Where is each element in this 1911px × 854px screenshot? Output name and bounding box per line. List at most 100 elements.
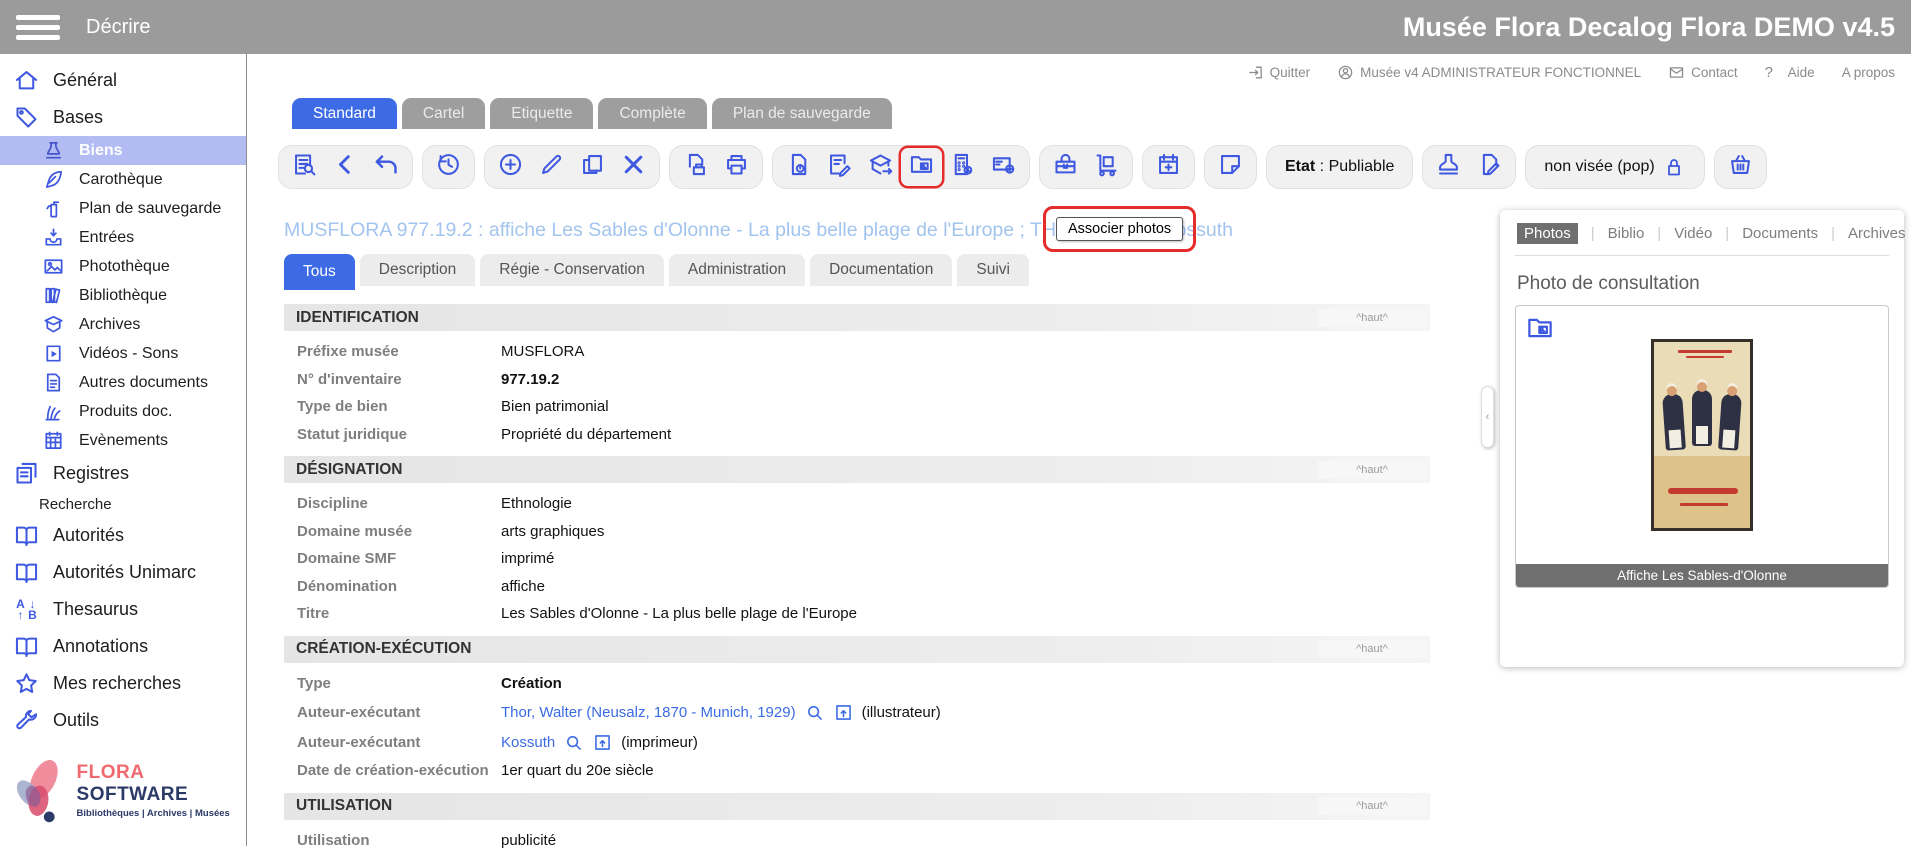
results-list-button[interactable]	[284, 148, 325, 186]
app-title: Musée Flora Decalog Flora DEMO v4.5	[1403, 12, 1911, 43]
edit-list-button[interactable]	[819, 148, 860, 186]
record-tab-suivi[interactable]: Suivi	[957, 254, 1029, 286]
printer-button[interactable]	[716, 148, 757, 186]
record-tabs: TousDescriptionRégie - ConservationAdmin…	[284, 254, 1029, 290]
sidebar-item-outils[interactable]: Outils	[0, 702, 246, 739]
poster-thumbnail[interactable]	[1651, 339, 1753, 531]
userbar-link-aide[interactable]: ?Aide	[1765, 64, 1815, 81]
userbar-link-a-propos[interactable]: A propos	[1842, 65, 1895, 80]
panel-collapse-handle[interactable]: ‹	[1481, 386, 1494, 448]
stamp-button[interactable]	[1428, 148, 1469, 186]
sidebar-item-autorit-s-unimarc[interactable]: Autorités Unimarc	[0, 554, 246, 591]
return-button[interactable]	[366, 148, 407, 186]
media-tab-photos[interactable]: Photos	[1517, 223, 1578, 244]
record-tab-administration[interactable]: Administration	[669, 254, 805, 286]
sidebar-item-thesaurus[interactable]: A↓↑BThesaurus	[0, 591, 246, 628]
authority-link[interactable]: Kossuth	[501, 734, 555, 751]
sidebar: GénéralBasesBiensCarothèquePlan de sauve…	[0, 54, 247, 846]
record-tab-description[interactable]: Description	[360, 254, 476, 286]
sidebar-item-registres[interactable]: Registres	[0, 455, 246, 492]
sidebar-item-annotations[interactable]: Annotations	[0, 628, 246, 665]
userbar-link-mus-e-v4-administrateur-fonctionnel[interactable]: Musée v4 ADMINISTRATEUR FONCTIONNEL	[1337, 64, 1641, 81]
export-package-button[interactable]	[860, 148, 901, 186]
basket-button[interactable]	[1720, 148, 1761, 186]
sidebar-item-autres-documents[interactable]: Autres documents	[0, 368, 246, 397]
delete-record-button[interactable]	[613, 148, 654, 186]
quill-icon	[42, 168, 65, 191]
sidebar-item-biblioth-que[interactable]: Bibliothèque	[0, 281, 246, 310]
folder-image-icon[interactable]	[1525, 313, 1555, 343]
view-tab-standard[interactable]: Standard	[292, 98, 397, 129]
userbar-link-contact[interactable]: Contact	[1668, 64, 1738, 81]
view-tab-cartel[interactable]: Cartel	[402, 98, 485, 129]
doc-print-icon	[682, 151, 709, 183]
field-row: TitreLes Sables d'Olonne - La plus belle…	[284, 600, 1430, 628]
copy-icon	[579, 151, 606, 183]
attach-document-button[interactable]	[778, 148, 819, 186]
logo-software-text: SOFTWARE	[77, 784, 189, 805]
package-icon	[867, 151, 894, 183]
calendar-grid-icon	[42, 429, 65, 452]
etat-value: Etat : Publiable	[1272, 158, 1407, 176]
history-button[interactable]	[428, 148, 469, 186]
visa-pill[interactable]: non visée (pop)	[1525, 145, 1704, 189]
associate-photos-button[interactable]	[901, 148, 942, 186]
previous-record-button[interactable]	[325, 148, 366, 186]
new-record-button[interactable]	[490, 148, 531, 186]
toolbar-group	[484, 145, 660, 189]
media-tab-vidéo[interactable]: Vidéo	[1674, 225, 1712, 242]
sidebar-item-mes-recherches[interactable]: Mes recherches	[0, 665, 246, 702]
search-icon[interactable]	[563, 732, 584, 753]
open-record-icon[interactable]	[833, 702, 854, 723]
record-tab-r-gie-conservation[interactable]: Régie - Conservation	[480, 254, 664, 286]
record-tab-tous[interactable]: Tous	[284, 254, 355, 290]
section-header: IDENTIFICATION^haut^	[284, 304, 1430, 331]
sidebar-item-entr-es[interactable]: Entrées	[0, 223, 246, 252]
print-record-button[interactable]	[675, 148, 716, 186]
sidebar-item-g-n-ral[interactable]: Général	[0, 62, 246, 99]
sidebar-item-ev-nements[interactable]: Evènements	[0, 426, 246, 455]
field-row: DisciplineEthnologie	[284, 490, 1430, 518]
record-tab-documentation[interactable]: Documentation	[810, 254, 952, 286]
go-to-top-link[interactable]: ^haut^	[1318, 309, 1426, 327]
movement-button[interactable]	[1086, 148, 1127, 186]
sidebar-item-produits-doc-[interactable]: Produits doc.	[0, 397, 246, 426]
note-icon	[1217, 151, 1244, 183]
add-event-button[interactable]	[1148, 148, 1189, 186]
toolbar-group	[1039, 145, 1133, 189]
field-row: Statut juridiquePropriété du département	[284, 421, 1430, 449]
user-links-bar: Quitter Musée v4 ADMINISTRATEUR FONCTIONN…	[1247, 64, 1895, 81]
toolbox-button[interactable]	[1045, 148, 1086, 186]
sidebar-item-archives[interactable]: Archives	[0, 310, 246, 339]
sidebar-item-biens[interactable]: Biens	[0, 136, 246, 165]
media-tab-documents[interactable]: Documents	[1742, 225, 1818, 242]
media-tab-biblio[interactable]: Biblio	[1608, 225, 1645, 242]
userbar-link-quitter[interactable]: Quitter	[1247, 64, 1311, 81]
add-card-button[interactable]	[983, 148, 1024, 186]
search-icon[interactable]	[804, 702, 825, 723]
field-row: Domaine muséearts graphiques	[284, 518, 1430, 546]
go-to-top-link[interactable]: ^haut^	[1318, 640, 1426, 658]
note-button[interactable]	[1210, 148, 1251, 186]
sign-document-button[interactable]	[1469, 148, 1510, 186]
view-tab-plan-de-sauvegarde[interactable]: Plan de sauvegarde	[712, 98, 892, 129]
sidebar-item-recherche[interactable]: Recherche	[0, 492, 246, 517]
sidebar-item-vid-os-sons[interactable]: Vidéos - Sons	[0, 339, 246, 368]
sidebar-item-autorit-s[interactable]: Autorités	[0, 517, 246, 554]
valuation-button[interactable]	[942, 148, 983, 186]
media-tab-archives[interactable]: Archives	[1848, 225, 1906, 242]
view-tab-compl-te[interactable]: Complète	[598, 98, 706, 129]
sidebar-item-caroth-que[interactable]: Carothèque	[0, 165, 246, 194]
duplicate-record-button[interactable]	[572, 148, 613, 186]
sidebar-item-phototh-que[interactable]: Photothèque	[0, 252, 246, 281]
go-to-top-link[interactable]: ^haut^	[1318, 797, 1426, 815]
sidebar-item-bases[interactable]: Bases	[0, 99, 246, 136]
doc-lines-icon	[42, 371, 65, 394]
authority-link[interactable]: Thor, Walter (Neusalz, 1870 - Munich, 19…	[501, 704, 796, 721]
go-to-top-link[interactable]: ^haut^	[1318, 461, 1426, 479]
open-record-icon[interactable]	[592, 732, 613, 753]
edit-record-button[interactable]	[531, 148, 572, 186]
view-tab-etiquette[interactable]: Etiquette	[490, 98, 593, 129]
hamburger-menu-icon[interactable]	[16, 10, 60, 45]
sidebar-item-plan-de-sauvegarde[interactable]: Plan de sauvegarde	[0, 194, 246, 223]
